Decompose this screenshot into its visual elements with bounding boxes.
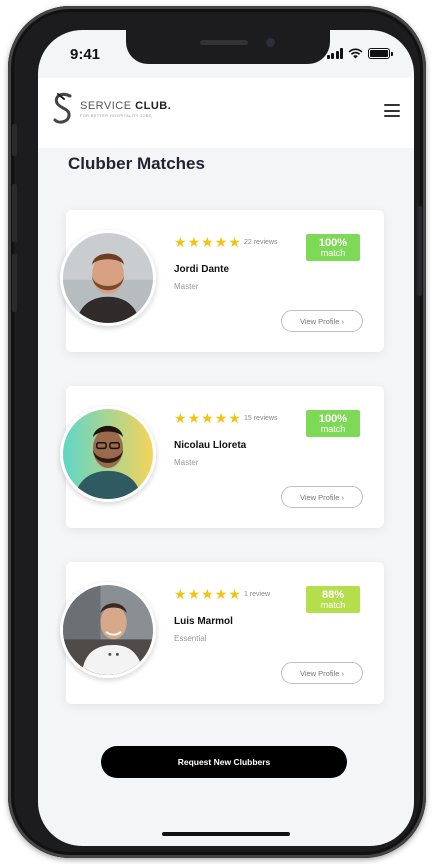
star-icon: ★ bbox=[187, 586, 201, 602]
match-percentage: 88% bbox=[321, 588, 345, 601]
logo-tagline: FOR BETTER HOSPITALITY JOBS bbox=[80, 113, 152, 118]
logo-name: SERVICE CLUB. bbox=[80, 100, 172, 112]
star-icon: ★ bbox=[201, 586, 214, 602]
match-label: match bbox=[320, 423, 346, 434]
clubber-tier: Master bbox=[174, 282, 199, 291]
star-icon: ★ bbox=[214, 234, 228, 250]
volume-up-button bbox=[12, 184, 17, 242]
match-badge: 88% match bbox=[306, 586, 360, 613]
star-icon: ★ bbox=[228, 586, 241, 602]
avatar[interactable] bbox=[60, 582, 156, 678]
speaker bbox=[200, 40, 248, 45]
status-icons bbox=[326, 48, 393, 59]
clubber-name: Jordi Dante bbox=[174, 264, 230, 275]
star-icon: ★ bbox=[228, 410, 241, 426]
view-profile-button[interactable]: View Profile › bbox=[281, 486, 363, 508]
logo-s-icon bbox=[53, 92, 72, 124]
notch bbox=[126, 30, 330, 64]
wifi-icon bbox=[348, 48, 363, 59]
rating-stars: ★ ★ ★ ★ ★ bbox=[174, 411, 241, 425]
avatar[interactable] bbox=[60, 230, 156, 326]
star-icon: ★ bbox=[214, 410, 228, 426]
view-profile-button[interactable]: View Profile › bbox=[281, 310, 363, 332]
battery-icon bbox=[368, 48, 393, 59]
mute-switch bbox=[12, 124, 17, 156]
view-profile-button[interactable]: View Profile › bbox=[281, 662, 363, 684]
power-button bbox=[417, 206, 422, 296]
signal-icon bbox=[326, 48, 343, 59]
avatar[interactable] bbox=[60, 406, 156, 502]
star-icon: ★ bbox=[201, 234, 214, 250]
rating-stars: ★ ★ ★ ★ ★ bbox=[174, 235, 241, 249]
clubber-tier: Essential bbox=[174, 634, 207, 643]
review-count: 22 reviews bbox=[244, 239, 278, 246]
clubber-name: Luis Marmol bbox=[174, 616, 233, 627]
match-label: match bbox=[320, 599, 346, 610]
clubber-name: Nicolau Lloreta bbox=[174, 440, 247, 451]
clubber-tier: Master bbox=[174, 458, 199, 467]
volume-down-button bbox=[12, 254, 17, 312]
match-card: ★ ★ ★ ★ ★ 22 reviews Jordi Dante Master 100%… bbox=[60, 210, 384, 352]
phone-frame: 9:41 SERVICE CLUB. FOR BETTER HOSPITALIT… bbox=[8, 6, 426, 858]
match-percentage: 100% bbox=[318, 412, 348, 425]
star-icon: ★ bbox=[187, 410, 201, 426]
match-badge: 100% match bbox=[306, 234, 360, 261]
camera bbox=[266, 38, 275, 47]
star-icon: ★ bbox=[201, 410, 214, 426]
rating-stars: ★ ★ ★ ★ ★ bbox=[174, 587, 241, 601]
request-new-clubbers-button[interactable]: Request New Clubbers bbox=[101, 746, 347, 778]
match-card: ★ ★ ★ ★ ★ 15 reviews Nicolau Lloreta Master … bbox=[60, 386, 384, 528]
review-count: 1 review bbox=[244, 591, 271, 598]
app-header: SERVICE CLUB. FOR BETTER HOSPITALITY JOB… bbox=[38, 78, 414, 148]
status-time: 9:41 bbox=[70, 46, 101, 63]
star-icon: ★ bbox=[214, 586, 228, 602]
star-icon: ★ bbox=[187, 234, 201, 250]
page-title: Clubber Matches bbox=[68, 154, 205, 173]
star-icon: ★ bbox=[228, 234, 241, 250]
hamburger-menu-icon[interactable] bbox=[384, 104, 400, 117]
star-icon: ★ bbox=[174, 410, 187, 426]
app-screen: 9:41 SERVICE CLUB. FOR BETTER HOSPITALIT… bbox=[38, 30, 414, 846]
match-label: match bbox=[320, 247, 346, 258]
star-icon: ★ bbox=[174, 586, 187, 602]
match-badge: 100% match bbox=[306, 410, 360, 437]
review-count: 15 reviews bbox=[244, 415, 278, 422]
match-percentage: 100% bbox=[318, 236, 348, 249]
match-card: ★ ★ ★ ★ ★ 1 review Luis Marmol Essential 88%… bbox=[60, 562, 384, 704]
star-icon: ★ bbox=[174, 234, 187, 250]
home-indicator[interactable] bbox=[162, 832, 290, 836]
service-club-logo[interactable]: SERVICE CLUB. FOR BETTER HOSPITALITY JOB… bbox=[52, 92, 171, 126]
